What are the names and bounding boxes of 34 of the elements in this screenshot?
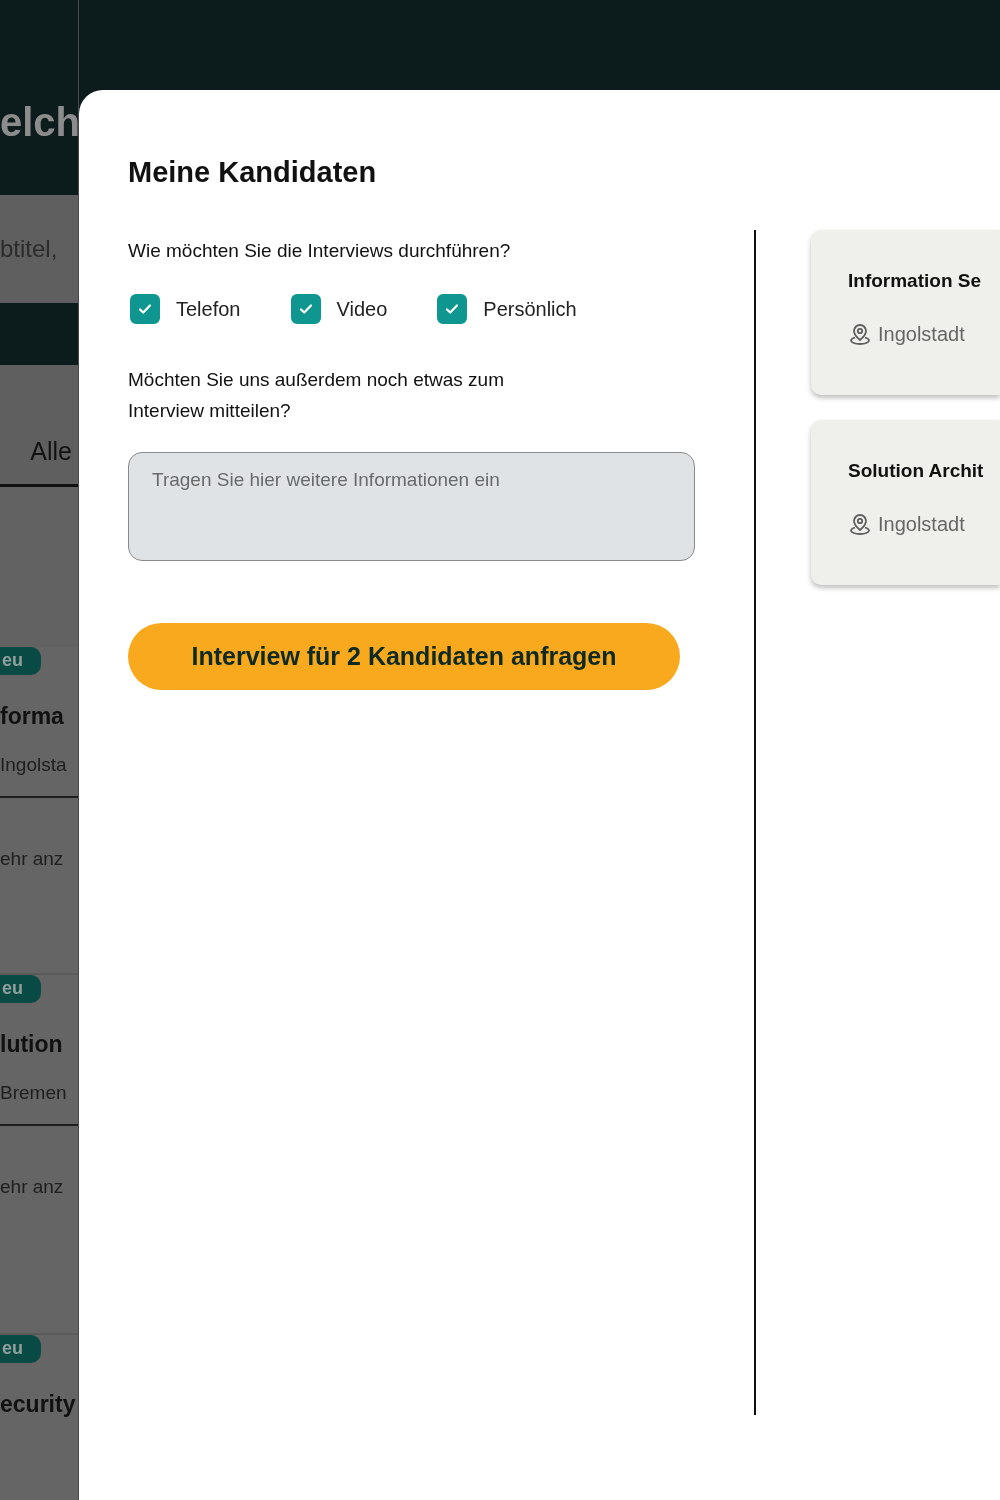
checkbox-label: Video [336, 297, 388, 321]
job-title: forma [0, 703, 64, 730]
job-title: ecurity [0, 1391, 76, 1418]
tab[interactable]: Alle [30, 437, 78, 466]
checkbox[interactable] [130, 294, 160, 324]
new-badge: eu [0, 1335, 41, 1363]
candidate-location: Ingolstadt [878, 512, 965, 536]
show-more-link[interactable]: ehr anz [0, 848, 64, 869]
candidate-title: Information Se [848, 270, 982, 292]
new-badge: eu [0, 647, 41, 675]
job-title: lution [0, 1031, 63, 1058]
candidate-card[interactable]: Solution Archit Ingolstadt [811, 420, 1000, 585]
checkbox[interactable] [437, 294, 468, 324]
new-badge: eu [0, 975, 41, 1003]
check-icon [137, 301, 153, 317]
candidate-card[interactable]: Information Se Ingolstadt [811, 230, 1000, 395]
location-pin-icon [848, 512, 872, 536]
location-pin-icon [848, 322, 872, 346]
candidate-location: Ingolstadt [878, 322, 965, 346]
checkbox-label: Persönlich [483, 297, 577, 321]
checkbox[interactable] [290, 294, 321, 324]
page-heading: elch [0, 99, 81, 146]
job-location: Bremen [0, 1082, 67, 1104]
message-label: Möchten Sie uns außerdem noch etwas zum Interview mitteilen? [128, 368, 505, 423]
question-label: Wie möchten Sie die Interviews durchführen? [128, 239, 512, 263]
modal-title: Meine Kandidaten [128, 156, 377, 189]
message-field[interactable]: Tragen Sie hier weitere Informationen ein [128, 452, 695, 561]
candidate-title: Solution Archit [848, 460, 985, 482]
show-more-link[interactable]: ehr anz [0, 1176, 64, 1197]
job-location: Ingolsta [0, 754, 67, 776]
checkbox-label: Telefon [176, 297, 241, 321]
request-interview-button[interactable]: Interview für 2 Kandidaten anfragen [128, 623, 680, 690]
check-icon [444, 301, 461, 317]
check-icon [297, 301, 314, 317]
